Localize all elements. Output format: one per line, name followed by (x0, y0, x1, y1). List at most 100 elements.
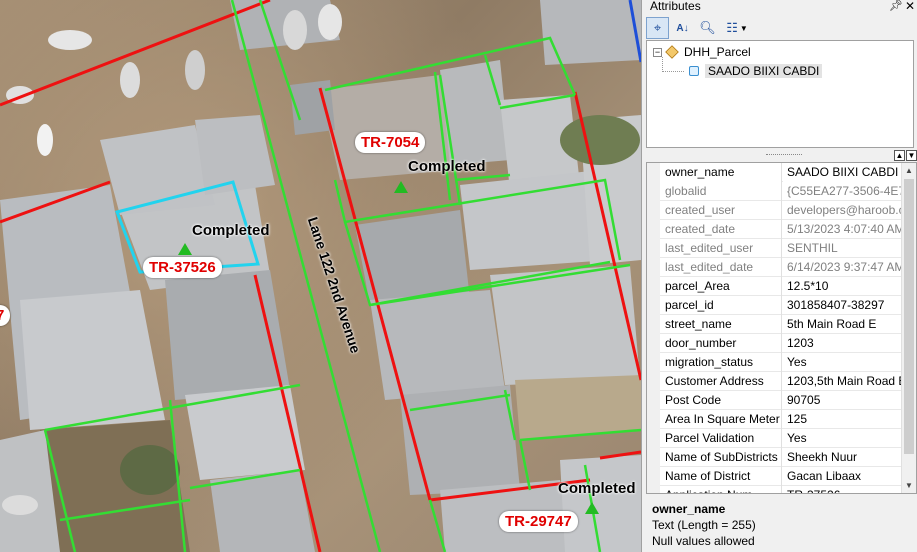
attribute-row[interactable]: Parcel Validation Yes (647, 429, 903, 448)
row-gutter (647, 372, 660, 391)
attribute-field-value[interactable]: 5/13/2023 4:07:40 AM (783, 220, 903, 239)
panel-title: Attributes (650, 0, 701, 13)
row-gutter (647, 277, 660, 296)
attribute-field-value[interactable]: Yes (783, 353, 903, 372)
tree-record-node[interactable]: SAADO BIIXI CABDI (689, 63, 823, 79)
attribute-field-value[interactable]: 125 (783, 410, 903, 429)
attribute-field-value[interactable]: 1203,5th Main Road E (783, 372, 903, 391)
attribute-field-name: owner_name (660, 163, 782, 182)
attribute-row[interactable]: owner_name SAADO BIIXI CABDI (647, 163, 903, 182)
attribute-field-name: created_date (660, 220, 782, 239)
scroll-down-icon[interactable]: ▼ (902, 478, 916, 493)
attribute-field-name: migration_status (660, 353, 782, 372)
collapse-icon[interactable]: − (653, 47, 662, 57)
attribute-row[interactable]: Area In Square Meter 125 (647, 410, 903, 429)
attribute-field-name: Customer Address (660, 372, 782, 391)
scrollbar-thumb[interactable] (904, 179, 914, 454)
attribute-field-value[interactable]: TR-37526 (783, 486, 903, 493)
vertical-scrollbar[interactable]: ▲ ▼ (901, 163, 916, 493)
map-canvas (0, 0, 641, 552)
attribute-grid: owner_name SAADO BIIXI CABDI globalid {C55E… (646, 162, 917, 494)
attribute-field-name: parcel_id (660, 296, 782, 315)
attribute-field-value[interactable]: Gacan Libaax (783, 467, 903, 486)
attribute-row[interactable]: Customer Address 1203,5th Main Road E (647, 372, 903, 391)
row-gutter (647, 296, 660, 315)
attribute-field-value[interactable]: 1203 (783, 334, 903, 353)
attribute-field-name: street_name (660, 315, 782, 334)
attribute-field-value[interactable]: Yes (783, 429, 903, 448)
attribute-field-name: last_edited_date (660, 258, 782, 277)
attribute-field-value[interactable]: {C55EA277-3506-4E7D (783, 182, 903, 201)
attribute-field-value[interactable]: SAADO BIIXI CABDI (783, 163, 903, 182)
parcel-label[interactable]: TR-37526 (143, 257, 222, 278)
attribute-field-value[interactable]: 5th Main Road E (783, 315, 903, 334)
row-gutter (647, 163, 660, 182)
panel-splitter[interactable]: ▲ ▼ (646, 150, 917, 161)
attribute-row[interactable]: last_edited_user SENTHIL (647, 239, 903, 258)
pin-icon[interactable]: 📌︎ (889, 0, 903, 13)
attribute-field-name: Name of SubDistricts (660, 448, 782, 467)
attribute-row[interactable]: created_date 5/13/2023 4:07:40 AM (647, 220, 903, 239)
identify-icon[interactable]: 🔍︎ (696, 17, 719, 39)
attribute-row[interactable]: Application Num...TR-37526 (647, 486, 903, 493)
attribute-field-value[interactable]: developers@haroob.c (783, 201, 903, 220)
attribute-field-name: Name of District (660, 467, 782, 486)
attribute-row[interactable]: door_number 1203 (647, 334, 903, 353)
row-gutter (647, 258, 660, 277)
row-gutter (647, 486, 660, 493)
row-gutter (647, 391, 660, 410)
attribute-row[interactable]: parcel_id 301858407-38297 (647, 296, 903, 315)
parcel-label[interactable]: TR-7054 (355, 132, 426, 153)
attribute-field-value[interactable]: 12.5*10 (783, 277, 903, 296)
attributes-panel: Attributes 📌︎ ✕ ⌖ A↓ 🔍︎ ☷ ▼ − DHH_Parcel … (641, 0, 917, 552)
chevron-down-icon: ▼ (739, 23, 748, 33)
field-description-type: Text (Length = 255) (652, 518, 756, 532)
attribute-row[interactable]: migration_status Yes (647, 353, 903, 372)
row-gutter (647, 467, 660, 486)
map-view[interactable]: TR-7054 Completed Completed TR-37526 Com… (0, 0, 641, 552)
row-gutter (647, 201, 660, 220)
attribute-field-name: Post Code (660, 391, 782, 410)
attribute-row[interactable]: last_edited_date 6/14/2023 9:37:47 AM (647, 258, 903, 277)
row-gutter (647, 182, 660, 201)
attribute-field-name: Area In Square Meter (660, 410, 782, 429)
attribute-row[interactable]: Name of SubDistricts Sheekh Nuur (647, 448, 903, 467)
tree-layer-node[interactable]: − DHH_Parcel (653, 44, 751, 60)
status-label: Completed (558, 480, 636, 497)
field-description: owner_name Text (Length = 255) Null valu… (646, 497, 917, 552)
attribute-row[interactable]: Post Code 90705 (647, 391, 903, 410)
close-icon[interactable]: ✕ (905, 0, 915, 13)
parcel-label[interactable]: TR-29747 (499, 511, 578, 532)
attribute-row[interactable]: Name of District Gacan Libaax (647, 467, 903, 486)
attributes-toolbar: ⌖ A↓ 🔍︎ ☷ ▼ (646, 16, 753, 40)
attribute-row[interactable]: created_user developers@haroob.c (647, 201, 903, 220)
field-description-name: owner_name (652, 502, 726, 516)
layer-options-icon[interactable]: ☷ ▼ (721, 17, 753, 39)
record-icon (689, 66, 699, 76)
attribute-field-value[interactable]: 6/14/2023 9:37:47 AM (783, 258, 903, 277)
row-gutter (647, 429, 660, 448)
row-gutter (647, 448, 660, 467)
row-gutter (647, 334, 660, 353)
scroll-up-icon[interactable]: ▲ (902, 163, 916, 178)
row-gutter (647, 410, 660, 429)
attribute-row[interactable]: parcel_Area 12.5*10 (647, 277, 903, 296)
attribute-row[interactable]: street_name 5th Main Road E (647, 315, 903, 334)
attribute-field-value[interactable]: Sheekh Nuur (783, 448, 903, 467)
attribute-row[interactable]: globalid {C55EA277-3506-4E7D (647, 182, 903, 201)
feature-tree: − DHH_Parcel SAADO BIIXI CABDI (646, 40, 914, 148)
attribute-field-value[interactable]: 301858407-38297 (783, 296, 903, 315)
attribute-field-value[interactable]: SENTHIL (783, 239, 903, 258)
field-description-nulls: Null values allowed (652, 534, 755, 548)
collapse-panel-icon[interactable]: ▼ (906, 150, 917, 161)
attribute-field-value[interactable]: 90705 (783, 391, 903, 410)
status-marker[interactable] (394, 181, 408, 193)
attribute-field-name: globalid (660, 182, 782, 201)
row-gutter (647, 353, 660, 372)
attribute-field-name: door_number (660, 334, 782, 353)
select-layers-icon[interactable]: ⌖ (646, 17, 669, 39)
sort-az-icon[interactable]: A↓ (671, 17, 694, 39)
row-gutter (647, 239, 660, 258)
status-label: Completed (408, 158, 486, 175)
expand-icon[interactable]: ▲ (894, 150, 905, 161)
